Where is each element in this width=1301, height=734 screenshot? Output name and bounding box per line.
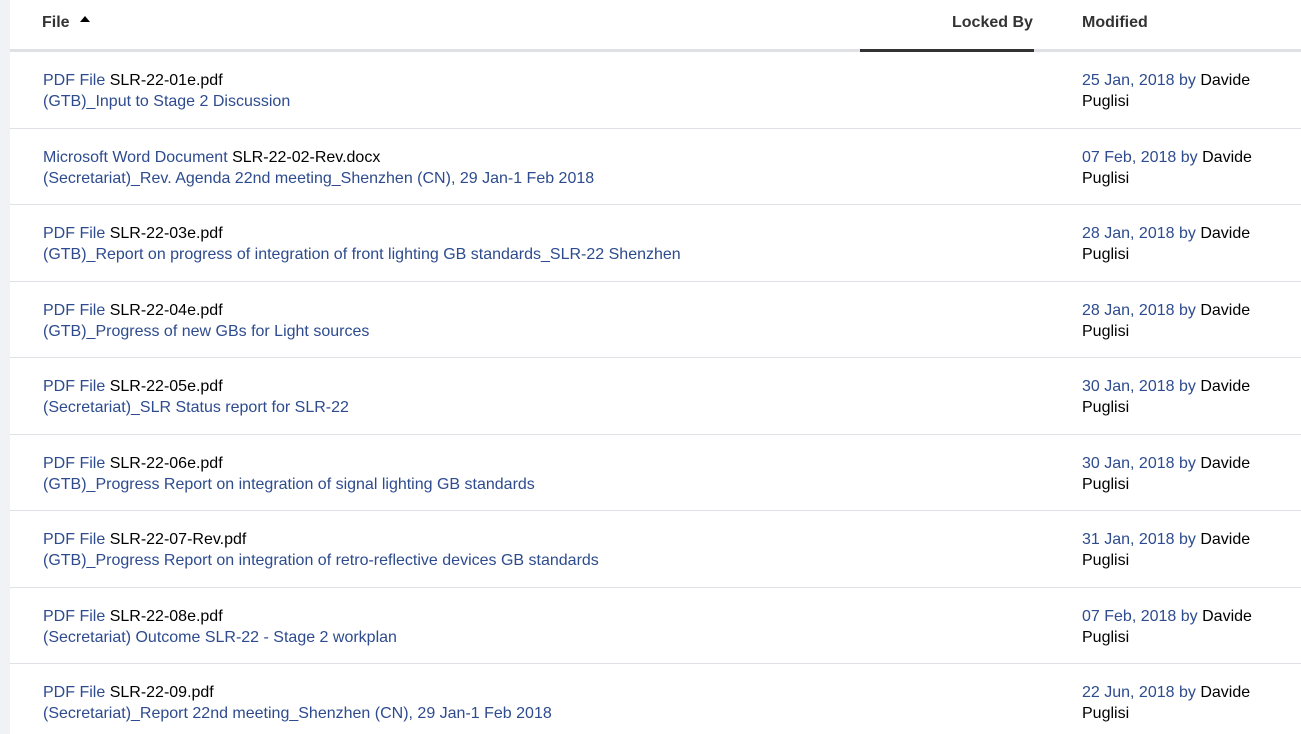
file-name-link[interactable]: SLR-22-05e.pdf xyxy=(110,378,223,395)
file-description-link[interactable]: (Secretariat)_Report 22nd meeting_Shenzh… xyxy=(43,705,552,722)
file-description-link[interactable]: (Secretariat)_SLR Status report for SLR-… xyxy=(43,399,349,416)
file-description-link[interactable]: (GTB)_Progress Report on integration of … xyxy=(43,476,535,493)
file-type-link[interactable]: PDF File xyxy=(43,378,105,395)
modified-by-label: by xyxy=(1180,148,1198,166)
file-name-link[interactable]: SLR-22-07-Rev.pdf xyxy=(110,531,247,548)
file-cell: PDF File SLR-22-07-Rev.pdf (GTB)_Progres… xyxy=(43,529,599,571)
table-header: File Locked By Modified xyxy=(10,0,1301,52)
modified-user-last[interactable]: Puglisi xyxy=(1082,629,1129,646)
file-description-link[interactable]: (Secretariat) Outcome SLR-22 - Stage 2 w… xyxy=(43,629,397,646)
modified-by-label: by xyxy=(1178,684,1196,701)
file-description-link[interactable]: (GTB)_Report on progress of integration … xyxy=(43,246,681,263)
table-row: PDF File SLR-22-05e.pdf (Secretariat)_SL… xyxy=(10,358,1301,435)
table-row: PDF File SLR-22-01e.pdf (GTB)_Input to S… xyxy=(10,52,1301,129)
modified-user-last[interactable]: Puglisi xyxy=(1082,323,1129,340)
modified-cell: 07 Feb, 2018 by Davide Puglisi xyxy=(1082,606,1297,648)
modified-user-last[interactable]: Puglisi xyxy=(1082,399,1129,416)
sort-ascending-icon[interactable] xyxy=(79,16,90,22)
modified-user-first[interactable]: Davide xyxy=(1200,378,1250,395)
column-header-file-label: File xyxy=(42,14,70,31)
modified-cell: 22 Jun, 2018 by Davide Puglisi xyxy=(1082,682,1297,724)
modified-cell: 28 Jan, 2018 by Davide Puglisi xyxy=(1082,300,1297,342)
column-header-locked-by[interactable]: Locked By xyxy=(952,14,1033,32)
file-type-link[interactable]: PDF File xyxy=(43,225,105,242)
modified-user-first[interactable]: Davide xyxy=(1202,608,1252,625)
modified-user-first[interactable]: Davide xyxy=(1200,455,1250,472)
file-cell: PDF File SLR-22-03e.pdf (GTB)_Report on … xyxy=(43,223,681,265)
modified-user-first[interactable]: Davide xyxy=(1200,225,1250,242)
modified-date-link[interactable]: 28 Jan, 2018 xyxy=(1082,225,1175,242)
modified-date-link[interactable]: 22 Jun, 2018 xyxy=(1082,684,1175,701)
table-row: PDF File SLR-22-04e.pdf (GTB)_Progress o… xyxy=(10,282,1301,358)
modified-user-first[interactable]: Davide xyxy=(1200,531,1250,548)
table-row: PDF File SLR-22-07-Rev.pdf (GTB)_Progres… xyxy=(10,511,1301,588)
file-cell: PDF File SLR-22-05e.pdf (Secretariat)_SL… xyxy=(43,376,349,418)
modified-by-label: by xyxy=(1178,378,1196,395)
file-type-link[interactable]: PDF File xyxy=(43,455,105,472)
file-type-link[interactable]: PDF File xyxy=(43,531,105,548)
left-border xyxy=(0,0,10,734)
table-row: PDF File SLR-22-09.pdf (Secretariat)_Rep… xyxy=(10,664,1301,734)
modified-cell: 07 Feb, 2018 by Davide Puglisi xyxy=(1082,147,1297,189)
modified-user-last[interactable]: Puglisi xyxy=(1082,705,1129,722)
file-name-link[interactable]: SLR-22-04e.pdf xyxy=(110,302,223,319)
table-row: Microsoft Word Document SLR-22-02-Rev.do… xyxy=(10,129,1301,205)
modified-user-last[interactable]: Puglisi xyxy=(1082,170,1129,187)
file-cell: Microsoft Word Document SLR-22-02-Rev.do… xyxy=(43,147,594,189)
table-row: PDF File SLR-22-08e.pdf (Secretariat) Ou… xyxy=(10,588,1301,664)
file-type-link[interactable]: PDF File xyxy=(43,72,105,89)
file-name-link[interactable]: SLR-22-08e.pdf xyxy=(110,608,223,625)
modified-date-link[interactable]: 25 Jan, 2018 xyxy=(1082,72,1175,89)
modified-cell: 28 Jan, 2018 by Davide Puglisi xyxy=(1082,223,1297,265)
modified-user-last[interactable]: Puglisi xyxy=(1082,246,1129,263)
column-header-file[interactable]: File xyxy=(42,14,90,32)
file-list: PDF File SLR-22-01e.pdf (GTB)_Input to S… xyxy=(10,52,1301,734)
file-name-link[interactable]: SLR-22-02-Rev.docx xyxy=(232,149,380,166)
modified-user-first[interactable]: Davide xyxy=(1200,72,1250,89)
modified-date-link[interactable]: 07 Feb, 2018 xyxy=(1082,608,1176,625)
file-name-link[interactable]: SLR-22-06e.pdf xyxy=(110,455,223,472)
file-type-link[interactable]: PDF File xyxy=(43,684,105,701)
modified-cell: 25 Jan, 2018 by Davide Puglisi xyxy=(1082,70,1297,112)
modified-cell: 30 Jan, 2018 by Davide Puglisi xyxy=(1082,376,1297,418)
file-name-link[interactable]: SLR-22-01e.pdf xyxy=(110,72,223,89)
modified-cell: 30 Jan, 2018 by Davide Puglisi xyxy=(1082,453,1297,495)
modified-cell: 31 Jan, 2018 by Davide Puglisi xyxy=(1082,529,1297,571)
attachments-table-page: File Locked By Modified PDF File SLR-22-… xyxy=(0,0,1301,734)
file-type-link[interactable]: PDF File xyxy=(43,608,105,625)
file-description-link[interactable]: (GTB)_Progress Report on integration of … xyxy=(43,552,599,569)
modified-by-label: by xyxy=(1178,454,1196,472)
modified-by-label: by xyxy=(1178,301,1196,319)
file-type-link[interactable]: Microsoft Word Document xyxy=(43,149,228,166)
modified-date-link[interactable]: 28 Jan, 2018 xyxy=(1082,302,1175,319)
modified-by-label: by xyxy=(1178,72,1196,89)
modified-user-last[interactable]: Puglisi xyxy=(1082,552,1129,569)
modified-date-link[interactable]: 30 Jan, 2018 xyxy=(1082,455,1175,472)
file-cell: PDF File SLR-22-04e.pdf (GTB)_Progress o… xyxy=(43,300,369,342)
file-cell: PDF File SLR-22-08e.pdf (Secretariat) Ou… xyxy=(43,606,397,648)
modified-user-first[interactable]: Davide xyxy=(1200,302,1250,319)
file-description-link[interactable]: (Secretariat)_Rev. Agenda 22nd meeting_S… xyxy=(43,170,594,187)
column-header-modified[interactable]: Modified xyxy=(1082,14,1148,32)
file-description-link[interactable]: (GTB)_Input to Stage 2 Discussion xyxy=(43,93,290,110)
file-name-link[interactable]: SLR-22-03e.pdf xyxy=(110,225,223,242)
file-name-link[interactable]: SLR-22-09.pdf xyxy=(110,684,214,701)
file-cell: PDF File SLR-22-06e.pdf (GTB)_Progress R… xyxy=(43,453,535,495)
file-type-link[interactable]: PDF File xyxy=(43,302,105,319)
modified-date-link[interactable]: 30 Jan, 2018 xyxy=(1082,378,1175,395)
file-cell: PDF File SLR-22-09.pdf (Secretariat)_Rep… xyxy=(43,682,552,724)
modified-date-link[interactable]: 31 Jan, 2018 xyxy=(1082,531,1175,548)
modified-user-first[interactable]: Davide xyxy=(1202,149,1252,166)
table-row: PDF File SLR-22-06e.pdf (GTB)_Progress R… xyxy=(10,435,1301,511)
modified-by-label: by xyxy=(1180,607,1198,625)
modified-user-last[interactable]: Puglisi xyxy=(1082,476,1129,493)
modified-date-link[interactable]: 07 Feb, 2018 xyxy=(1082,149,1176,166)
table-row: PDF File SLR-22-03e.pdf (GTB)_Report on … xyxy=(10,205,1301,282)
file-description-link[interactable]: (GTB)_Progress of new GBs for Light sour… xyxy=(43,323,369,340)
file-cell: PDF File SLR-22-01e.pdf (GTB)_Input to S… xyxy=(43,70,290,112)
modified-by-label: by xyxy=(1178,531,1196,548)
modified-user-last[interactable]: Puglisi xyxy=(1082,93,1129,110)
modified-by-label: by xyxy=(1178,225,1196,242)
modified-user-first[interactable]: Davide xyxy=(1200,684,1250,701)
